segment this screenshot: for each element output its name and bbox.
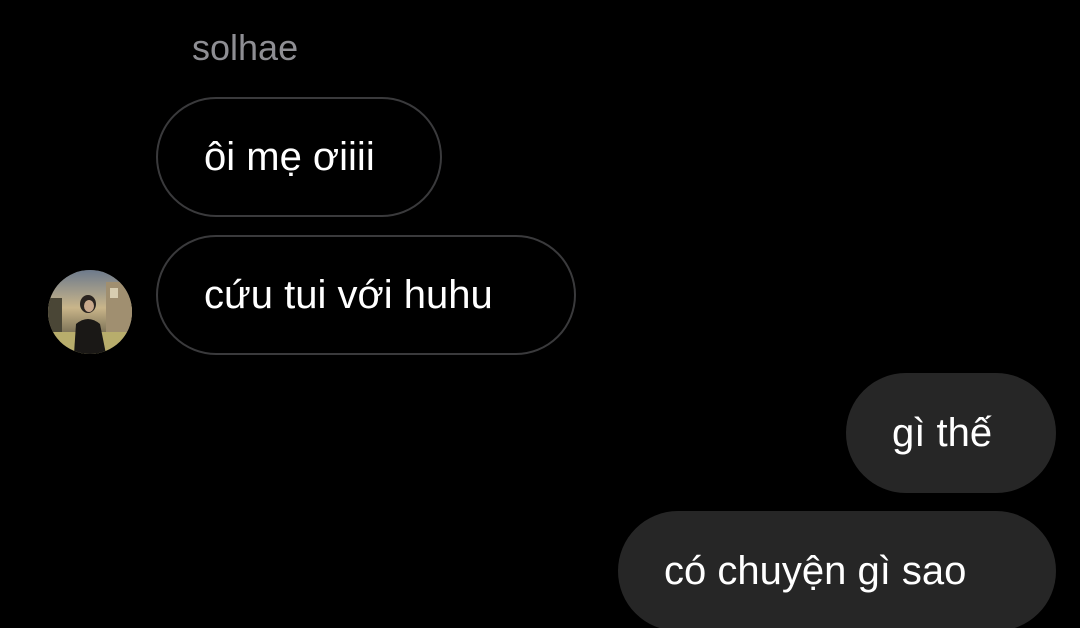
message-text: có chuyện gì sao <box>664 548 967 593</box>
message-text: cứu tui với huhu <box>204 272 493 317</box>
outgoing-message-bubble[interactable]: có chuyện gì sao <box>618 511 1056 628</box>
message-text: ôi mẹ ơiiii <box>204 134 375 179</box>
outgoing-message-bubble[interactable]: gì thế <box>846 373 1056 493</box>
sender-name: solhae <box>192 27 299 68</box>
chat-thread: solhae ôi mẹ ơiiii cứu tui với huhu gì t… <box>0 0 1080 628</box>
incoming-message-bubble[interactable]: cứu tui với huhu <box>156 235 576 355</box>
incoming-message-bubble[interactable]: ôi mẹ ơiiii <box>156 97 442 217</box>
user-photo-avatar-icon[interactable] <box>48 270 132 354</box>
message-text: gì thế <box>892 410 993 455</box>
